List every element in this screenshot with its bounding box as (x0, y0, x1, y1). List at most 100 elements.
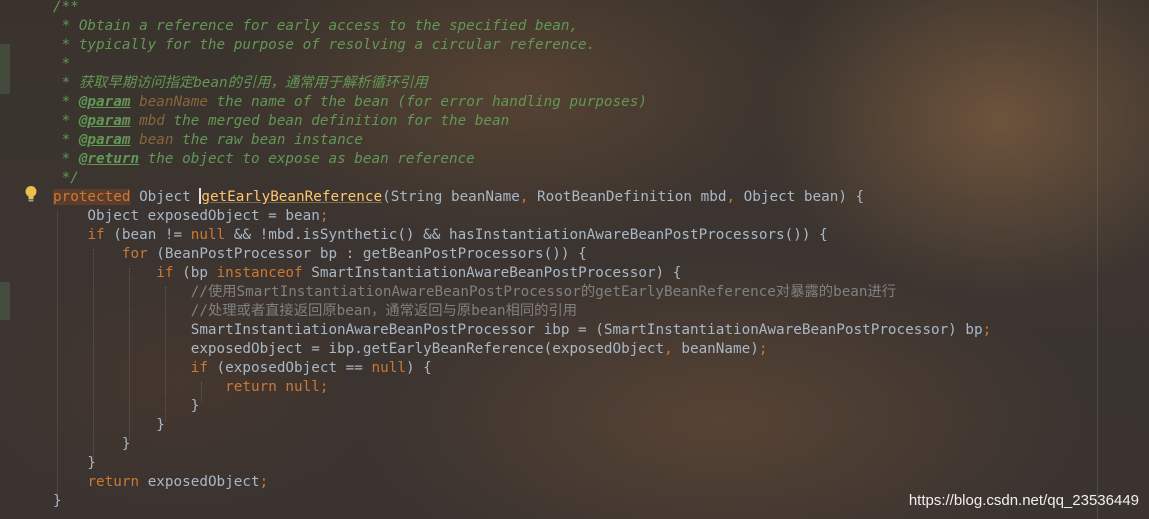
code-token: (bp (173, 265, 217, 281)
code-token: * (53, 56, 71, 72)
code-token: Object (130, 189, 200, 205)
code-token: (String beanName (382, 189, 520, 205)
code-token: @param (78, 113, 131, 129)
code-token: exposedObject = ibp.getEarlyBeanReferenc… (53, 341, 665, 357)
code-token: the object to expose as bean reference (139, 151, 475, 167)
right-margin-guide (1097, 0, 1098, 519)
code-line[interactable]: * @param beanName the name of the bean (… (53, 93, 647, 112)
change-marker (0, 282, 10, 320)
code-line[interactable]: if (bean != null && !mbd.isSynthetic() &… (53, 226, 828, 245)
code-token: } (53, 455, 97, 471)
code-token: //使用SmartInstantiationAwareBeanPostProce… (190, 284, 897, 300)
code-token: * Obtain a reference for early access to… (53, 18, 579, 34)
code-token: , (726, 189, 736, 205)
code-token: for (121, 246, 148, 262)
code-line[interactable]: if (exposedObject == null) { (53, 359, 432, 378)
code-token: ; (319, 208, 329, 224)
code-line[interactable]: return exposedObject; (53, 473, 268, 492)
code-line[interactable]: exposedObject = ibp.getEarlyBeanReferenc… (53, 340, 768, 359)
code-token: instanceof (216, 265, 303, 281)
code-line[interactable]: SmartInstantiationAwareBeanPostProcessor… (53, 321, 992, 340)
code-line[interactable]: } (53, 416, 165, 435)
code-line[interactable]: * typically for the purpose of resolving… (53, 36, 596, 55)
code-token: the raw bean instance (173, 132, 363, 148)
code-token: * typically for the purpose of resolving… (53, 37, 596, 53)
watermark: https://blog.csdn.net/qq_23536449 (908, 492, 1139, 509)
code-line[interactable]: */ (53, 169, 79, 188)
code-line[interactable]: * @param mbd the merged bean definition … (53, 112, 510, 131)
code-line[interactable]: } (53, 435, 131, 454)
code-token: exposedObject (139, 474, 260, 490)
code-token: return null; (225, 379, 329, 395)
code-token: if (156, 265, 174, 281)
code-token: } (53, 398, 200, 414)
editor-gutter[interactable] (0, 0, 44, 519)
code-token: && !mbd.isSynthetic() && hasInstantiatio… (225, 227, 828, 243)
code-token: the merged bean definition for the bean (164, 113, 510, 129)
code-line[interactable]: * @return the object to expose as bean r… (53, 150, 475, 169)
code-line[interactable]: } (53, 397, 200, 416)
code-token: @return (78, 151, 140, 167)
code-token: (exposedObject == (207, 360, 372, 376)
change-marker (0, 44, 10, 94)
code-token: beanName) (672, 341, 759, 357)
code-token: , (664, 341, 673, 357)
code-line[interactable]: if (bp instanceof SmartInstantiationAwar… (53, 264, 681, 283)
code-token: Object bean) { (735, 189, 865, 205)
code-token: */ (53, 170, 79, 186)
code-line[interactable]: * @param bean the raw bean instance (53, 131, 363, 150)
code-line[interactable]: return null; (53, 378, 328, 397)
code-token: the name of the bean (for error handling… (207, 94, 647, 110)
code-line[interactable]: //使用SmartInstantiationAwareBeanPostProce… (53, 283, 896, 302)
code-token: ; (758, 341, 768, 357)
code-line[interactable]: for (BeanPostProcessor bp : getBeanPostP… (53, 245, 587, 264)
code-token: } (53, 417, 165, 433)
code-token: * (53, 113, 79, 129)
code-token: * (53, 132, 79, 148)
code-line[interactable]: //处理或者直接返回原bean，通常返回与原bean相同的引用 (53, 302, 577, 321)
code-token: ) { (405, 360, 432, 376)
code-token: if (190, 360, 208, 376)
code-token: protected (53, 189, 131, 205)
code-token: } (53, 436, 131, 452)
code-line[interactable]: protected Object getEarlyBeanReference(S… (53, 188, 864, 207)
code-token: //处理或者直接返回原bean，通常返回与原bean相同的引用 (190, 303, 578, 319)
code-token: (bean != (104, 227, 191, 243)
code-line[interactable]: /** (53, 0, 79, 17)
code-token: null (190, 227, 226, 243)
code-token: return (87, 474, 140, 490)
code-line[interactable]: } (53, 492, 62, 511)
code-token: null (371, 360, 406, 376)
code-line[interactable]: * (53, 55, 71, 74)
code-token: @param (78, 94, 131, 110)
code-token: @param (78, 132, 131, 148)
code-token: getEarlyBeanReference (201, 189, 383, 205)
code-token: Object exposedObject = bean (53, 208, 320, 224)
code-token: } (53, 493, 62, 509)
code-token: mbd (139, 113, 165, 129)
code-token: * 获取早期访问指定bean的引用，通常用于解析循环引用 (53, 75, 428, 91)
code-token: bean (139, 132, 174, 148)
code-line[interactable]: Object exposedObject = bean; (53, 207, 328, 226)
code-token: RootBeanDefinition mbd (528, 189, 727, 205)
lightbulb-icon[interactable] (24, 185, 38, 203)
code-token: * (53, 94, 79, 110)
code-token: (BeanPostProcessor bp : getBeanPostProce… (147, 246, 587, 262)
code-token: beanName (139, 94, 208, 110)
code-line[interactable]: * Obtain a reference for early access to… (53, 17, 578, 36)
code-token: if (87, 227, 105, 243)
code-token: /** (53, 0, 79, 15)
code-line[interactable]: } (53, 454, 96, 473)
code-line[interactable]: * 获取早期访问指定bean的引用，通常用于解析循环引用 (53, 74, 428, 93)
